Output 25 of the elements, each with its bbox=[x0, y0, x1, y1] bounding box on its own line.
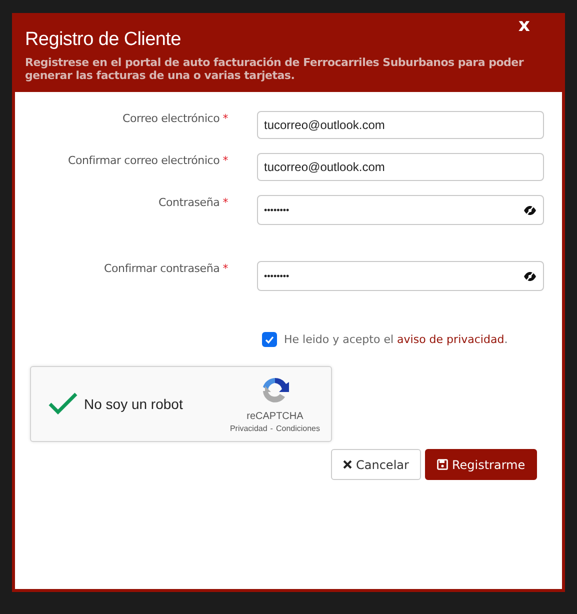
password-field[interactable]: •••••••• bbox=[257, 261, 544, 291]
field-label: Contraseña * bbox=[158, 196, 228, 209]
password-field[interactable]: •••••••• bbox=[257, 195, 544, 225]
checkmark-icon bbox=[265, 336, 274, 344]
consent-text: He leido y acepto el aviso de privacidad. bbox=[284, 333, 508, 346]
email-field[interactable]: tucorreo@outlook.com bbox=[257, 153, 544, 181]
cancel-button[interactable]: Cancelar bbox=[331, 449, 421, 480]
eye-slash-icon[interactable] bbox=[523, 205, 537, 216]
eye-slash-icon[interactable] bbox=[523, 271, 537, 282]
captcha-label: No soy un robot bbox=[84, 396, 184, 412]
close-button[interactable]: x bbox=[516, 15, 532, 36]
dialog-subtitle: Registrese en el portal de auto facturación de Ferrocarriles Suburbanos para poder generar las facturas de una o varias tarjetas. bbox=[25, 56, 525, 82]
field-label: Confirmar contraseña * bbox=[104, 262, 228, 275]
separator-text: - bbox=[270, 424, 273, 433]
captcha-brand: reCAPTCHA bbox=[246, 411, 304, 422]
consent-checkbox[interactable] bbox=[262, 332, 277, 347]
register-button[interactable]: Registrarme bbox=[424, 449, 538, 480]
email-field[interactable]: tucorreo@outlook.com bbox=[257, 111, 544, 139]
captcha-privacy-link[interactable]: Privacidad bbox=[230, 424, 268, 433]
field-label: Correo electrónico * bbox=[122, 112, 228, 125]
captcha-terms-link[interactable]: Condiciones bbox=[276, 424, 320, 433]
dialog-title: Registro de Cliente bbox=[25, 29, 182, 51]
field-label: Confirmar correo electrónico * bbox=[68, 154, 228, 167]
privacy-link[interactable]: aviso de privacidad bbox=[397, 333, 504, 346]
close-icon bbox=[343, 460, 352, 469]
